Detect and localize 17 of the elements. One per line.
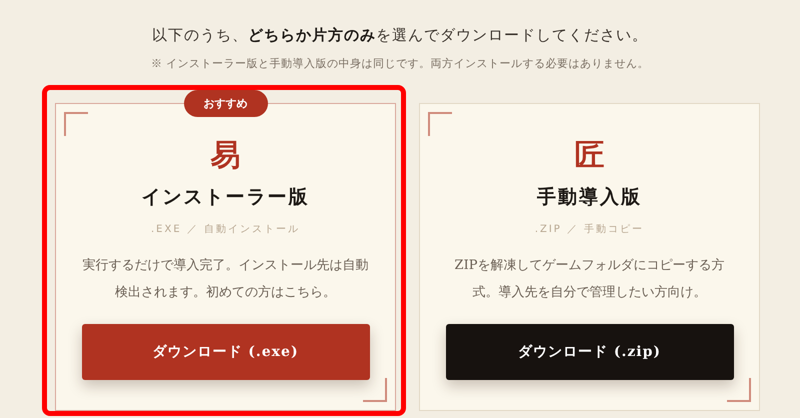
option-title: インストーラー版 bbox=[142, 185, 310, 210]
kanji-emblem: 匠 bbox=[574, 138, 604, 174]
recommended-badge: おすすめ bbox=[184, 90, 268, 117]
option-description: ZIPを解凍してゲームフォルダにコピーする方式。導入先を自分で管理したい方向け。 bbox=[454, 257, 726, 302]
format-label: .ZIP ／ 手動コピー bbox=[534, 222, 644, 236]
note-text: ※ インストーラー版と手動導入版の中身は同じです。両方インストールする必要はありません。 bbox=[150, 56, 650, 71]
corner-mark-icon bbox=[727, 378, 751, 402]
corner-mark-icon bbox=[428, 112, 452, 136]
instruction-text: 以下のうち、どちらか片方のみを選んでダウンロードしてください。 bbox=[151, 26, 649, 45]
kanji-emblem: 易 bbox=[210, 138, 240, 174]
corner-mark-icon bbox=[64, 112, 88, 136]
option-description: 実行するだけで導入完了。インストール先は自動検出されます。初めての方はこちら。 bbox=[82, 257, 370, 302]
download-button[interactable]: ダウンロード (.exe) bbox=[82, 324, 370, 380]
format-label: .EXE ／ 自動インストール bbox=[150, 223, 300, 236]
download-button[interactable]: ダウンロード (.zip) bbox=[446, 324, 734, 380]
option-title: 手動導入版 bbox=[537, 185, 642, 210]
corner-mark-icon bbox=[363, 378, 387, 402]
